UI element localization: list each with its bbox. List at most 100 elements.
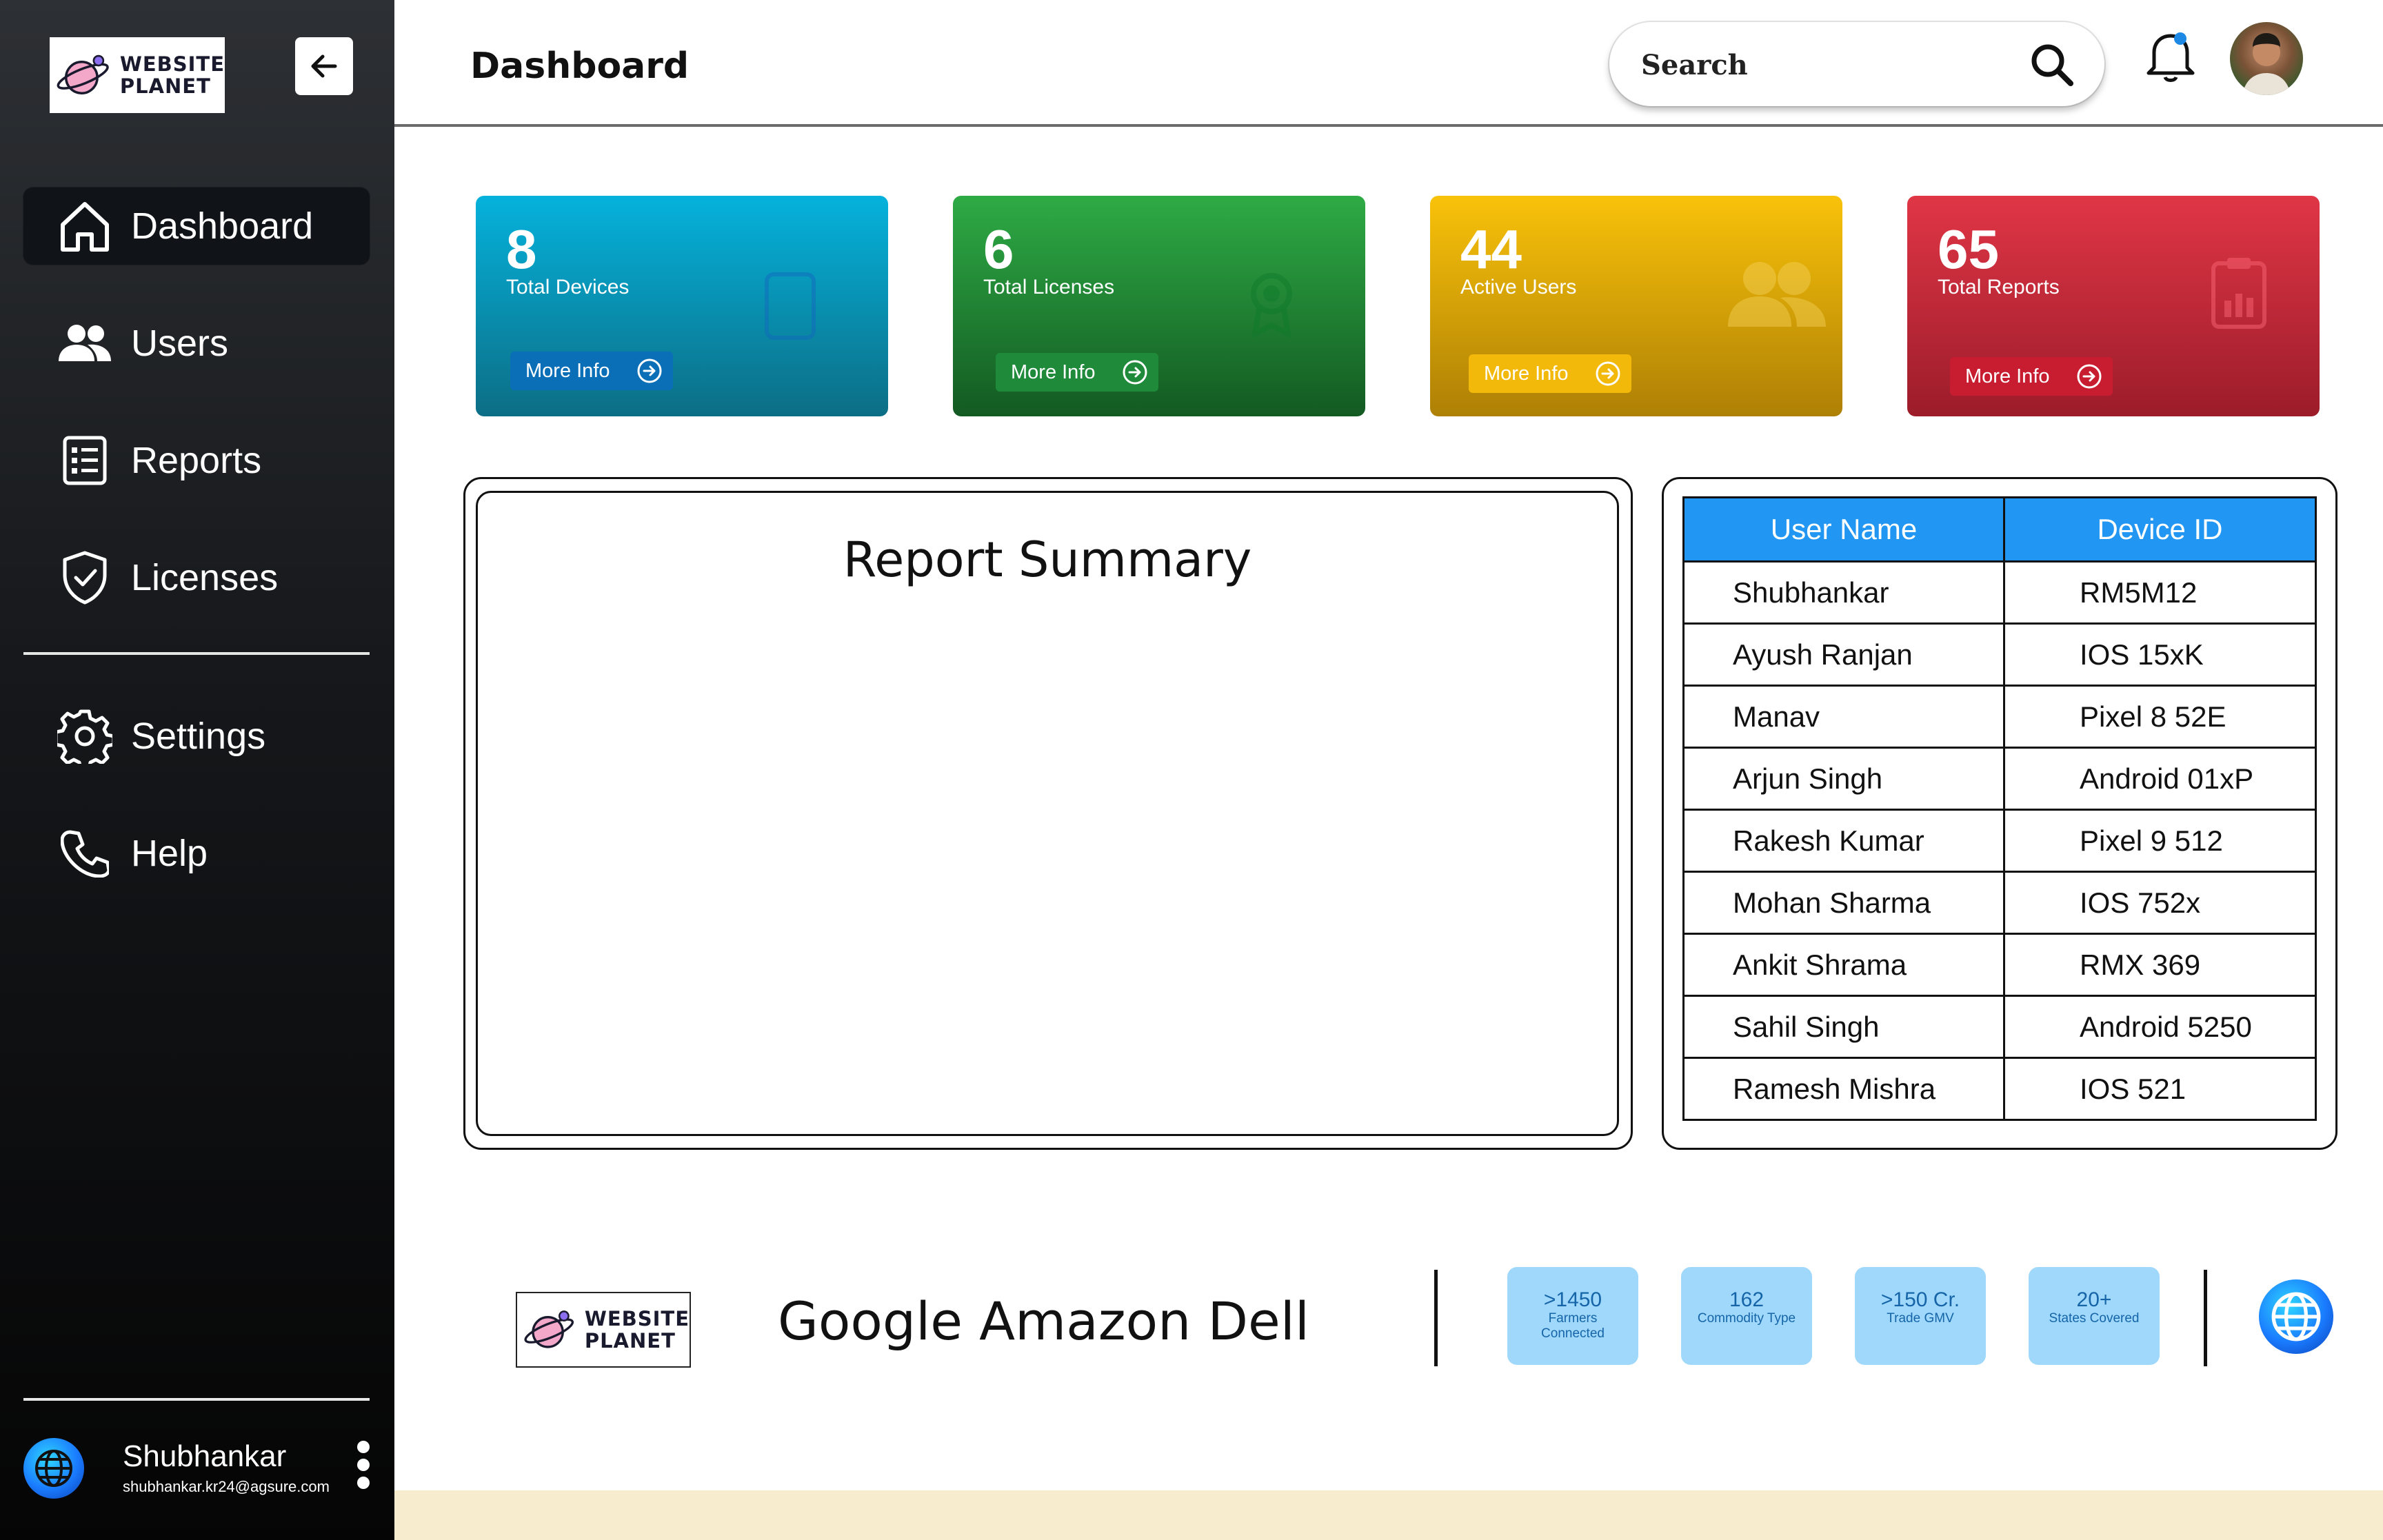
device-id-cell: IOS 15xK xyxy=(2003,622,2317,687)
user-name: Shubhankar xyxy=(123,1439,287,1473)
stat-value: 20+ xyxy=(2076,1288,2112,1311)
sidebar-item-label: Settings xyxy=(131,716,266,757)
search-input[interactable] xyxy=(1640,40,2001,90)
more-info-label: More Info xyxy=(1484,362,1569,385)
footer-divider xyxy=(1434,1270,1438,1366)
stat-farmers: >1450 Farmers Connected xyxy=(1507,1267,1638,1365)
arrow-circle-right-icon xyxy=(1596,361,1620,386)
table-row[interactable]: Sahil Singh Android 5250 xyxy=(1682,995,2317,1059)
column-header-device-id: Device ID xyxy=(2003,496,2317,563)
sidebar-item-label: Licenses xyxy=(131,557,279,598)
partner-names: Google Amazon Dell xyxy=(778,1290,1309,1352)
total-reports-card: 65 Total Reports More Info xyxy=(1907,196,2320,416)
sidebar-item-settings[interactable]: Settings xyxy=(23,698,370,775)
device-id-cell: Pixel 8 52E xyxy=(2003,685,2317,749)
sidebar-bottom-divider xyxy=(23,1398,370,1401)
device-id-cell: Android 5250 xyxy=(2003,995,2317,1059)
more-info-label: More Info xyxy=(525,359,610,382)
logo-text: WEBSITE PLANET xyxy=(119,52,225,98)
user-name-cell: Sahil Singh xyxy=(1682,995,2005,1059)
card-value: 65 xyxy=(1938,219,1999,280)
report-summary-box: Report Summary xyxy=(476,491,1619,1136)
more-info-button[interactable]: More Info xyxy=(510,352,673,390)
shield-icon xyxy=(54,547,116,609)
sidebar-item-label: Reports xyxy=(131,440,262,481)
footer-logo[interactable]: WEBSITE PLANET xyxy=(516,1292,691,1368)
clipboard-chart-icon xyxy=(2211,258,2266,329)
card-value: 6 xyxy=(983,219,1014,280)
stat-label: Farmers Connected xyxy=(1541,1311,1605,1341)
notification-bell-icon[interactable] xyxy=(2142,25,2200,87)
table-row[interactable]: Rakesh Kumar Pixel 9 512 xyxy=(1682,809,2317,873)
avatar[interactable] xyxy=(2230,22,2303,95)
stat-label: Commodity Type xyxy=(1697,1311,1796,1326)
user-device-table: User Name Device ID Shubhankar RM5M12 Ayu… xyxy=(1682,496,2317,1121)
table-row[interactable]: Manav Pixel 8 52E xyxy=(1682,685,2317,749)
more-options-icon[interactable] xyxy=(357,1441,371,1495)
search-bar[interactable] xyxy=(1609,22,2104,106)
device-id-cell: RM5M12 xyxy=(2003,560,2317,625)
card-label: Total Licenses xyxy=(983,276,1115,298)
more-info-label: More Info xyxy=(1965,365,2050,387)
website-planet-logo[interactable]: WEBSITE PLANET xyxy=(50,37,225,113)
device-id-cell: IOS 752x xyxy=(2003,871,2317,935)
collapse-sidebar-button[interactable] xyxy=(295,37,353,95)
table-row[interactable]: Mohan Sharma IOS 752x xyxy=(1682,871,2317,935)
user-name-cell: Ramesh Mishra xyxy=(1682,1057,2005,1121)
card-label: Total Reports xyxy=(1938,276,2060,298)
user-name-cell: Ankit Shrama xyxy=(1682,933,2005,997)
table-row[interactable]: Shubhankar RM5M12 xyxy=(1682,560,2317,625)
bottom-band xyxy=(394,1490,2383,1540)
card-label: Active Users xyxy=(1460,276,1577,298)
card-label: Total Devices xyxy=(506,276,630,298)
sidebar-item-dashboard[interactable]: Dashboard xyxy=(23,188,370,265)
reports-icon xyxy=(54,429,116,492)
user-name-cell: Manav xyxy=(1682,685,2005,749)
more-info-button[interactable]: More Info xyxy=(1950,357,2113,396)
card-value: 8 xyxy=(506,219,537,280)
table-row[interactable]: Ramesh Mishra IOS 521 xyxy=(1682,1057,2317,1121)
logo-text: WEBSITE PLANET xyxy=(584,1307,690,1352)
stat-label: States Covered xyxy=(2049,1311,2140,1326)
sidebar-item-reports[interactable]: Reports xyxy=(23,422,370,499)
arrow-circle-right-icon xyxy=(2077,364,2102,389)
sidebar-item-label: Users xyxy=(131,323,229,364)
search-icon[interactable] xyxy=(2027,40,2077,90)
sidebar-item-licenses[interactable]: Licenses xyxy=(23,539,370,616)
active-users-card: 44 Active Users More Info xyxy=(1430,196,1842,416)
stat-trade-gmv: >150 Cr. Trade GMV xyxy=(1855,1267,1986,1365)
total-devices-card: 8 Total Devices More Info xyxy=(476,196,888,416)
globe-icon xyxy=(23,1438,84,1499)
sidebar-user-profile[interactable]: Shubhankar shubhankar.kr24@agsure.com xyxy=(23,1434,382,1503)
sidebar-item-help[interactable]: Help xyxy=(23,815,370,892)
more-info-button[interactable]: More Info xyxy=(996,353,1158,392)
stat-value: 162 xyxy=(1729,1288,1764,1311)
tablet-icon xyxy=(765,272,816,340)
more-info-label: More Info xyxy=(1011,361,1096,383)
card-value: 44 xyxy=(1460,219,1522,280)
more-info-button[interactable]: More Info xyxy=(1469,354,1631,393)
sidebar-item-users[interactable]: Users xyxy=(23,305,370,382)
page-title: Dashboard xyxy=(470,45,690,87)
globe-icon[interactable] xyxy=(2259,1279,2333,1354)
stat-value: >150 Cr. xyxy=(1880,1288,1960,1311)
sidebar-divider xyxy=(23,652,370,655)
table-row[interactable]: Ayush Ranjan IOS 15xK xyxy=(1682,622,2317,687)
table-row[interactable]: Ankit Shrama RMX 369 xyxy=(1682,933,2317,997)
users-icon xyxy=(1728,262,1826,327)
table-row[interactable]: Arjun Singh Android 01xP xyxy=(1682,747,2317,811)
device-id-cell: Android 01xP xyxy=(2003,747,2317,811)
award-icon xyxy=(1251,273,1292,338)
device-id-cell: Pixel 9 512 xyxy=(2003,809,2317,873)
total-licenses-card: 6 Total Licenses More Info xyxy=(953,196,1365,416)
user-name-cell: Arjun Singh xyxy=(1682,747,2005,811)
stat-value: >1450 xyxy=(1543,1288,1602,1311)
arrow-circle-right-icon xyxy=(1123,360,1147,385)
stat-label: Trade GMV xyxy=(1887,1311,1954,1326)
report-summary-title: Report Summary xyxy=(843,531,1252,588)
stat-commodity: 162 Commodity Type xyxy=(1681,1267,1812,1365)
arrow-circle-right-icon xyxy=(637,358,662,383)
user-email: shubhankar.kr24@agsure.com xyxy=(123,1478,330,1495)
device-id-cell: RMX 369 xyxy=(2003,933,2317,997)
user-name-cell: Rakesh Kumar xyxy=(1682,809,2005,873)
